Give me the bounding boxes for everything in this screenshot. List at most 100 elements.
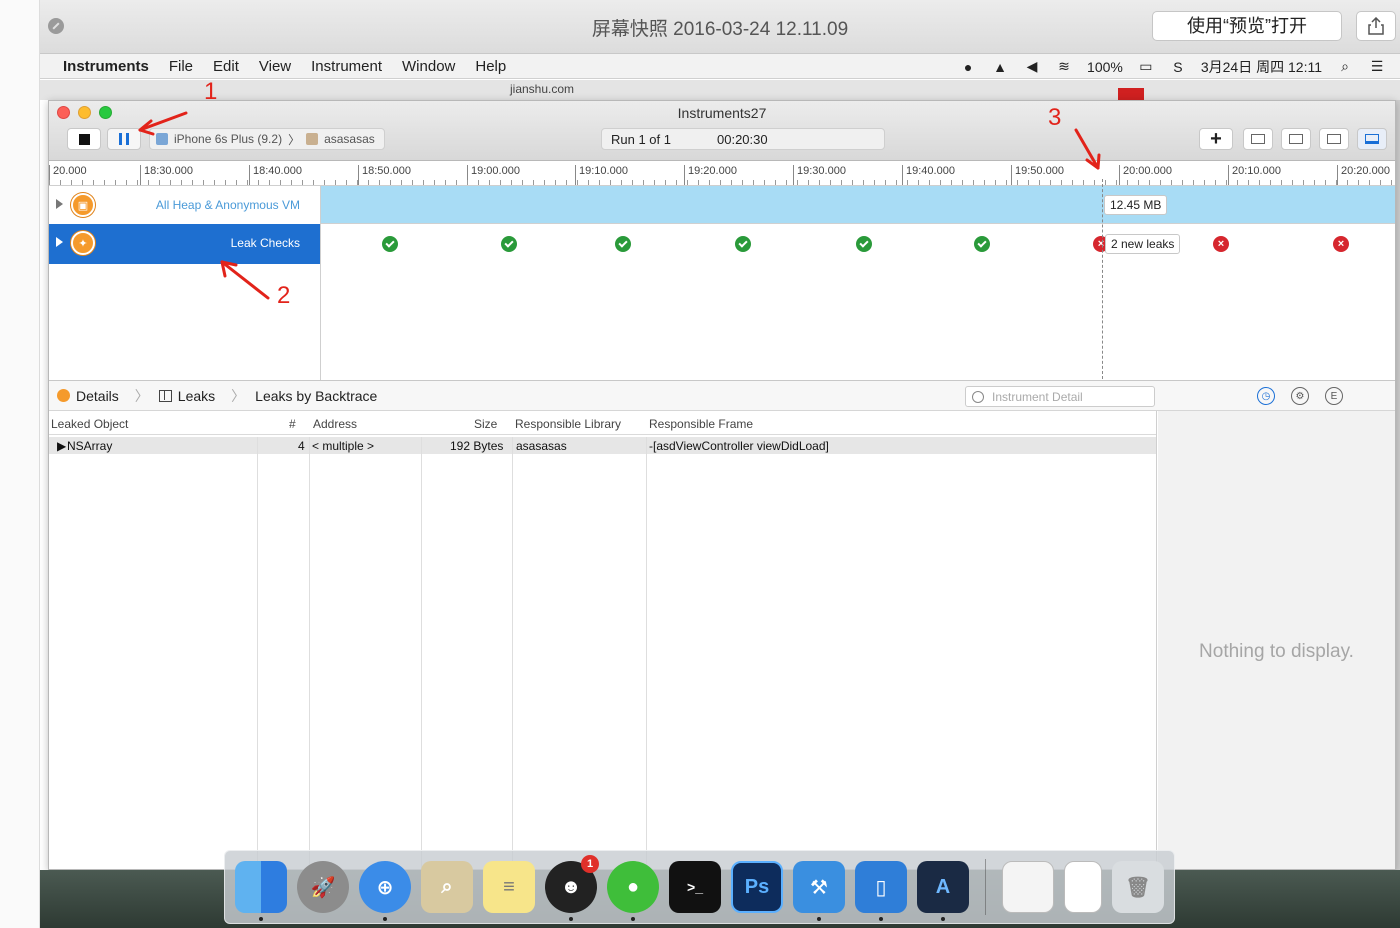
qq-icon[interactable]: ☻ 1 xyxy=(545,855,599,921)
toggle-record-settings-button[interactable] xyxy=(1243,128,1273,150)
crumb-leaks-by-backtrace[interactable]: Leaks by Backtrace xyxy=(255,388,377,404)
allocations-graph[interactable] xyxy=(321,186,1395,223)
volume-icon[interactable]: ◀ xyxy=(1023,58,1041,75)
ruler-minor-tick xyxy=(1028,180,1029,185)
running-indicator xyxy=(631,917,635,921)
ruler-minor-tick xyxy=(225,180,226,185)
menu-window[interactable]: Window xyxy=(402,58,455,75)
crumb-leaks-label: Leaks xyxy=(177,387,216,404)
ruler-minor-tick xyxy=(918,180,919,185)
terminal-icon[interactable]: >_ xyxy=(669,861,721,913)
trash-icon[interactable]: 🗑 xyxy=(1112,861,1164,913)
col-responsible-library[interactable]: Responsible Library xyxy=(515,417,621,431)
preview-app-icon[interactable]: ⌕ xyxy=(421,861,473,913)
ruler-minor-tick xyxy=(984,180,985,185)
ruler-tick: 20.000 xyxy=(49,165,87,185)
instruments-icon[interactable]: A xyxy=(917,861,969,921)
track-allocations[interactable]: ▣ All Heap & Anonymous VM 12.45 MB xyxy=(49,186,1395,224)
ruler-minor-tick xyxy=(1039,180,1040,185)
ruler-minor-tick xyxy=(500,180,501,185)
timeline-ruler[interactable]: 20.000 18:30.000 18:40.000 18:50.000 19:… xyxy=(49,162,1395,186)
extended-detail-icon[interactable]: E xyxy=(1325,387,1343,405)
col-responsible-frame[interactable]: Responsible Frame xyxy=(649,417,753,431)
menu-app-instruments[interactable]: Instruments xyxy=(63,58,149,75)
crumb-leaks[interactable]: Leaks xyxy=(158,387,216,404)
finder-icon[interactable] xyxy=(235,861,287,921)
safari-icon[interactable]: ⊕ xyxy=(359,861,411,921)
leak-check-pass-icon[interactable] xyxy=(856,236,872,252)
track-leak-checks-label[interactable]: ✦ Leak Checks xyxy=(49,224,321,264)
col-count[interactable]: # xyxy=(289,417,296,431)
dock-document-icon[interactable] xyxy=(1002,861,1054,913)
ruler-minor-tick xyxy=(236,180,237,185)
toggle-detail-button[interactable] xyxy=(1319,128,1349,150)
gear-icon[interactable]: ⚙ xyxy=(1291,387,1309,405)
leak-check-pass-icon[interactable] xyxy=(501,236,517,252)
toggle-list-button[interactable] xyxy=(1281,128,1311,150)
ruler-minor-tick xyxy=(1259,180,1260,185)
menu-bar: Instruments File Edit View Instrument Wi… xyxy=(40,54,1400,79)
track-leak-checks[interactable]: ✦ Leak Checks × 2 new leaks × × xyxy=(49,224,1395,264)
record-settings-icon[interactable]: ◷ xyxy=(1257,387,1275,405)
crumb-details[interactable]: Details xyxy=(57,388,119,404)
dock-file-icon[interactable] xyxy=(1064,861,1102,913)
spotlight-search-icon[interactable]: ⌕ xyxy=(1336,58,1354,75)
menu-edit[interactable]: Edit xyxy=(213,58,239,75)
menu-view[interactable]: View xyxy=(259,58,291,75)
leak-check-pass-icon[interactable] xyxy=(735,236,751,252)
cell-size: 192 Bytes xyxy=(450,439,504,453)
dock-separator xyxy=(985,859,986,915)
battery-icon[interactable]: ▭ xyxy=(1137,58,1155,75)
ruler-minor-tick xyxy=(324,180,325,185)
menu-file[interactable]: File xyxy=(169,58,193,75)
wifi-icon[interactable]: ≋ xyxy=(1055,58,1073,75)
notification-center-icon[interactable]: ☰ xyxy=(1368,58,1386,75)
col-address[interactable]: Address xyxy=(313,417,357,431)
col-leaked-object[interactable]: Leaked Object xyxy=(51,417,128,431)
ruler-minor-tick xyxy=(126,180,127,185)
sogou-input-icon[interactable]: S xyxy=(1169,59,1187,75)
col-size[interactable]: Size xyxy=(474,417,497,431)
wechat-tray-icon[interactable]: ● xyxy=(959,59,977,75)
toggle-inspector-button[interactable] xyxy=(1357,128,1387,150)
ruler-minor-tick xyxy=(115,180,116,185)
launchpad-icon[interactable]: 🚀 xyxy=(297,861,349,913)
instrument-detail-filter[interactable]: Instrument Detail xyxy=(965,386,1155,407)
playhead-inspection-line[interactable] xyxy=(1102,179,1103,379)
ruler-minor-tick xyxy=(1215,180,1216,185)
wechat-icon[interactable]: ● xyxy=(607,861,659,921)
track-allocations-label[interactable]: ▣ All Heap & Anonymous VM xyxy=(49,186,321,224)
ruler-minor-tick xyxy=(1061,180,1062,185)
xcode-icon[interactable]: ⚒ xyxy=(793,861,845,921)
menu-clock[interactable]: 3月24日 周四 12:11 xyxy=(1201,57,1322,77)
detail-icon xyxy=(1327,134,1341,144)
row-disclosure-icon[interactable]: ▶ xyxy=(57,439,66,453)
cell-count: 4 xyxy=(298,439,305,453)
photoshop-icon[interactable]: Ps xyxy=(731,861,783,913)
disclosure-triangle-icon[interactable] xyxy=(56,237,63,247)
add-instrument-button[interactable]: + xyxy=(1199,128,1233,150)
pause-recording-button[interactable] xyxy=(107,128,141,150)
leak-check-fail-icon[interactable]: × xyxy=(1213,236,1229,252)
leak-check-pass-icon[interactable] xyxy=(615,236,631,252)
simulator-icon[interactable]: ▯ xyxy=(855,861,907,921)
crumb-chevron-icon: 〉 xyxy=(134,387,149,404)
track-area-empty xyxy=(49,264,1395,380)
ruler-minor-tick xyxy=(786,180,787,185)
ruler-minor-tick xyxy=(71,180,72,185)
qq-tray-icon[interactable]: ▲ xyxy=(991,59,1009,75)
menu-instrument[interactable]: Instrument xyxy=(311,58,382,75)
leak-check-pass-icon[interactable] xyxy=(974,236,990,252)
table-row[interactable]: ▶ NSArray 4 < multiple > 192 Bytes asasa… xyxy=(49,437,1156,454)
cell-object: NSArray xyxy=(67,439,113,453)
share-button[interactable] xyxy=(1356,11,1396,41)
notes-icon[interactable]: ≡ xyxy=(483,861,535,913)
disclosure-triangle-icon[interactable] xyxy=(56,199,63,209)
target-device-selector[interactable]: iPhone 6s Plus (9.2) 〉 asasasas xyxy=(149,128,385,150)
open-in-preview-button[interactable]: 使用“预览”打开 xyxy=(1152,11,1342,41)
menu-help[interactable]: Help xyxy=(475,58,506,75)
leak-check-fail-icon[interactable]: × xyxy=(1333,236,1349,252)
leak-check-pass-icon[interactable] xyxy=(382,236,398,252)
app-icon xyxy=(306,133,319,145)
stop-recording-button[interactable] xyxy=(67,128,101,150)
